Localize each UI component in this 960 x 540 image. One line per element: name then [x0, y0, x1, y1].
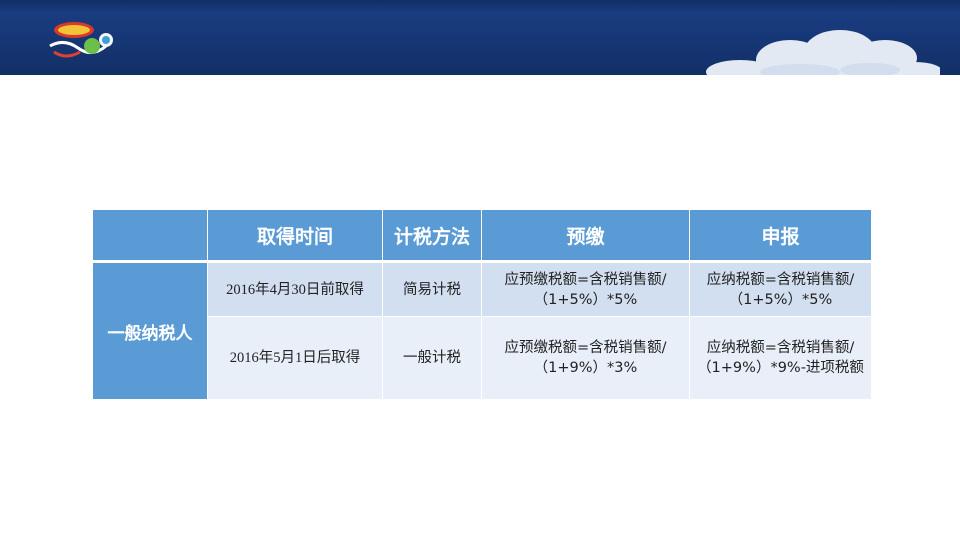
table-row: 一般纳税人 2016年4月30日前取得 简易计税 应预缴税额=含税销售额/（1+… [92, 261, 872, 400]
cloud-image [706, 30, 940, 75]
top-banner [0, 0, 960, 75]
method-cell: 简易计税 [382, 261, 482, 317]
table-row: 2016年5月1日后取得 一般计税 应预缴税额=含税销售额/（1+9%）*3% … [93, 316, 872, 400]
tax-table: 取得时间 计税方法 预缴 申报 一般纳税人 2016年4月30日前取得 简易计税… [92, 209, 872, 400]
header-prepay: 预缴 [481, 209, 690, 262]
method-cell: 一般计税 [382, 316, 482, 400]
banner-stripe [0, 0, 960, 12]
header-acquired: 取得时间 [207, 209, 383, 262]
declare-cell: 应纳税额=含税销售额/（1+9%）*9%-进项税额 [689, 316, 872, 400]
header-method: 计税方法 [382, 209, 482, 262]
prepay-cell: 应预缴税额=含税销售额/（1+9%）*3% [481, 316, 690, 400]
header-row: 取得时间 计税方法 预缴 申报 [92, 209, 872, 262]
declare-cell: 应纳税额=含税销售额/（1+5%）*5% [689, 261, 872, 317]
header-cell-empty [92, 209, 208, 262]
row-label: 一般纳税人 [92, 261, 208, 400]
prepay-cell: 应预缴税额=含税销售额/（1+5%）*5% [481, 261, 690, 317]
header-declare: 申报 [689, 209, 872, 262]
logo-icon [49, 22, 113, 58]
acquired-cell: 2016年4月30日前取得 [207, 261, 383, 317]
acquired-cell: 2016年5月1日后取得 [207, 316, 383, 400]
